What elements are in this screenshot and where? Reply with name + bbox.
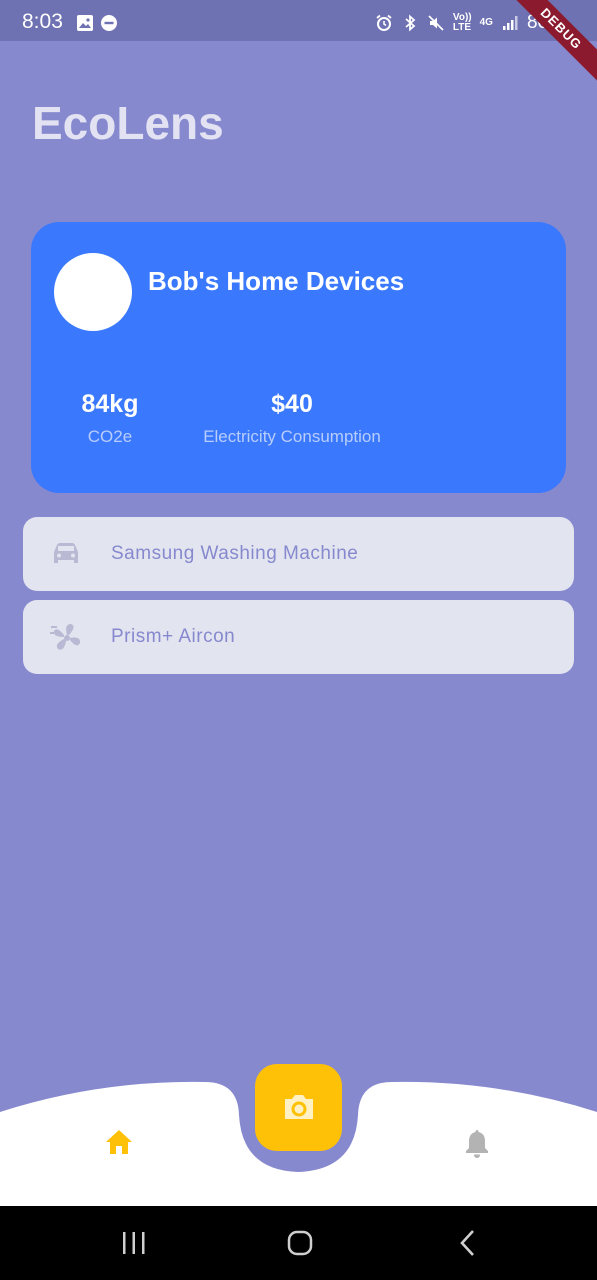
gallery-icon — [77, 15, 93, 31]
device-label: Prism+ Aircon — [111, 626, 236, 647]
camera-button[interactable] — [255, 1064, 342, 1151]
do-not-disturb-icon — [101, 15, 117, 31]
home-icon[interactable] — [104, 1128, 134, 1156]
app-title: EcoLens — [32, 97, 224, 149]
bell-icon[interactable] — [463, 1127, 491, 1159]
mute-icon — [428, 15, 444, 31]
device-item-aircon[interactable]: Prism+ Aircon — [23, 600, 574, 674]
co2-stat: 84kg CO2e — [64, 390, 156, 447]
device-item-washing-machine[interactable]: Samsung Washing Machine — [23, 517, 574, 591]
lte-label: LTE — [452, 22, 472, 33]
status-time: 8:03 — [22, 10, 63, 33]
network-gen-label: 4G — [479, 17, 493, 28]
home-system-icon[interactable] — [285, 1228, 315, 1258]
card-title: Bob's Home Devices — [148, 266, 405, 296]
status-bar: 8:03 Vo)) LTE 4G DEBUG — [0, 0, 597, 87]
fan-icon — [50, 624, 81, 650]
electricity-stat: $40 Electricity Consumption — [186, 390, 398, 447]
electricity-value: $40 — [271, 390, 313, 418]
avatar — [54, 253, 132, 331]
co2-label: CO2e — [87, 427, 133, 446]
camera-icon — [285, 1095, 313, 1119]
system-nav-bar — [0, 1206, 597, 1280]
back-icon[interactable] — [455, 1228, 481, 1258]
electricity-label: Electricity Consumption — [203, 427, 381, 446]
device-label: Samsung Washing Machine — [111, 543, 359, 564]
car-icon — [54, 543, 78, 563]
co2-value: 84kg — [81, 390, 139, 418]
bluetooth-icon — [405, 14, 416, 32]
signal-icon — [502, 16, 518, 30]
recent-apps-icon[interactable] — [120, 1228, 148, 1258]
summary-card[interactable]: Bob's Home Devices 84kg CO2e $40 Electri… — [31, 222, 566, 493]
alarm-icon — [376, 14, 392, 31]
